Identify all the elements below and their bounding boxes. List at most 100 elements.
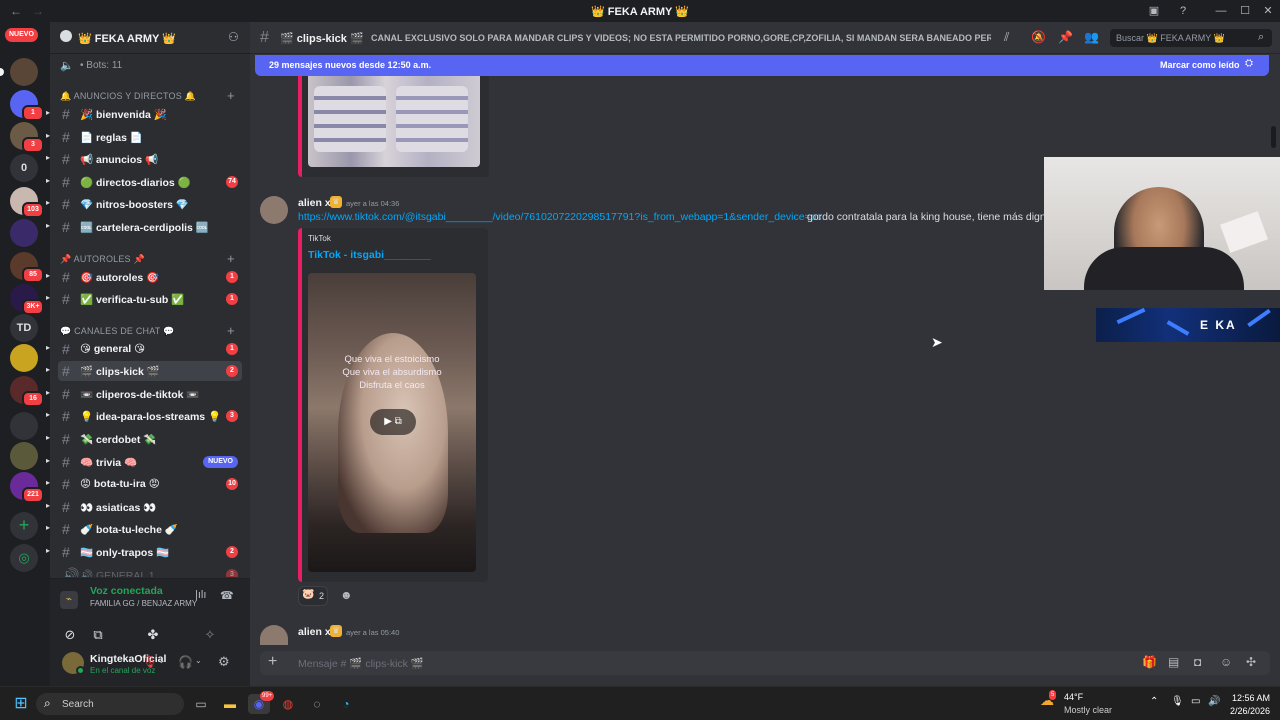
channel-item[interactable]: ▸ # 💡 idea-para-los-streams 💡 3 — [46, 406, 242, 426]
channel-item[interactable]: ▸ # 🎯 autoroles 🎯 1 — [46, 267, 242, 287]
clock-time[interactable]: 12:56 AM — [1232, 693, 1270, 703]
channel-item[interactable]: ▸ # 💎 nitros-boosters 💎 — [46, 194, 242, 214]
notifications-off-icon[interactable]: 🔕 — [1031, 30, 1046, 44]
expand-arrow-icon[interactable]: ▸ — [46, 271, 54, 280]
scrollbar-thumb[interactable] — [1271, 126, 1276, 148]
add-channel-icon[interactable]: + — [227, 323, 235, 338]
channel-item[interactable]: ▸ # 📄 reglas 📄 — [46, 127, 242, 147]
channel-item[interactable]: ▸ # 🟢 directos-diarios 🟢 74 — [46, 172, 242, 192]
minimize-button[interactable]: — — [1210, 3, 1232, 19]
mute-icon[interactable]: 🎙 — [142, 655, 157, 669]
server-icon[interactable] — [10, 219, 38, 247]
members-icon[interactable]: 👥 — [1084, 30, 1099, 44]
deafen-icon[interactable]: 🎧 — [178, 655, 193, 669]
message-composer[interactable]: + Mensaje # 🎬 clips-kick 🎬 🎁 ▤ ◘ ☺ ✣ — [260, 651, 1270, 675]
category-autoroles[interactable]: 📌 AUTOROLES 📌 — [60, 254, 145, 265]
channel-item[interactable]: ▸ # 📢 anuncios 📢 — [46, 149, 242, 169]
channel-item[interactable]: ▸ # 🎬 clips-kick 🎬 2 — [46, 361, 242, 381]
expand-arrow-icon[interactable]: ▸ — [46, 176, 54, 185]
expand-arrow-icon[interactable]: ▸ — [46, 456, 54, 465]
tray-chevron-icon[interactable]: ⌃ — [1150, 696, 1158, 707]
mic-icon[interactable]: 🎙 — [1171, 696, 1184, 707]
maximize-button[interactable]: ☐ — [1234, 3, 1256, 19]
mark-as-read-button[interactable]: Marcar como leído — [1160, 60, 1240, 70]
clock-date[interactable]: 2/26/2026 — [1230, 706, 1270, 716]
expand-arrow-icon[interactable]: ▸ — [46, 343, 54, 352]
server-icon[interactable] — [10, 344, 38, 372]
channel-item[interactable]: ▸ # 🎉 bienvenida 🎉 — [46, 104, 242, 124]
screen-share-icon[interactable]: ⧉ — [78, 623, 118, 647]
expand-arrow-icon[interactable]: ▸ — [46, 546, 54, 555]
chevron-down-icon[interactable]: ⌄ — [158, 656, 165, 665]
soundboard-icon[interactable]: ✧ — [190, 623, 230, 647]
pin-icon[interactable]: 📌 — [1058, 30, 1073, 44]
expand-arrow-icon[interactable]: ▸ — [46, 433, 54, 442]
add-channel-icon[interactable]: + — [227, 88, 235, 103]
new-messages-bar[interactable]: 29 mensajes nuevos desde 12:50 a.m. Marc… — [255, 55, 1269, 76]
server-icon[interactable] — [10, 442, 38, 470]
channel-item[interactable]: ▸ # 👀 asiaticas 👀 — [46, 497, 242, 517]
expand-arrow-icon[interactable]: ▸ — [46, 365, 54, 374]
server-icon[interactable]: TD — [10, 314, 38, 342]
add-server-icon[interactable]: + — [10, 512, 38, 540]
server-icon[interactable]: 0 — [10, 154, 38, 182]
disconnect-icon[interactable]: ☎ — [220, 589, 234, 602]
gif-icon[interactable]: ▤ — [1168, 655, 1179, 669]
voice-channel[interactable]: FAMILIA GG / BENJAZ ARMY — [90, 599, 197, 608]
discover-icon[interactable]: ◎ — [10, 544, 38, 572]
avatar[interactable] — [260, 196, 288, 224]
emoji-icon[interactable]: ☺ — [1220, 655, 1232, 669]
threads-icon[interactable]: ⫽ — [1004, 30, 1009, 45]
channel-item[interactable]: ▸ # 🆒 cartelera-cerdipolis 🆒 — [46, 217, 242, 237]
server-icon[interactable] — [10, 412, 38, 440]
chrome-icon[interactable]: ◍ — [277, 694, 299, 714]
category-chat[interactable]: 💬 CANALES DE CHAT 💬 — [60, 326, 174, 337]
reaction-button[interactable]: 🐷 2 — [298, 586, 328, 606]
embed-thumbnail[interactable] — [308, 76, 480, 167]
apps-icon[interactable]: ✣ — [1246, 655, 1256, 669]
message-input[interactable]: Mensaje # 🎬 clips-kick 🎬 — [298, 657, 424, 670]
channel-item[interactable]: ▸🔊🔊 GENERAL 13 — [58, 565, 242, 577]
channel-item[interactable]: ▸ # 📼 cliperos-de-tiktok 📼 — [46, 384, 242, 404]
task-view-icon[interactable]: ▭ — [190, 694, 212, 714]
expand-arrow-icon[interactable]: ▸ — [46, 198, 54, 207]
taskbar-search[interactable]: ⌕ Search — [36, 693, 184, 715]
channel-item[interactable]: ▸ # 😘 general 😘 1 — [46, 339, 242, 359]
close-button[interactable]: ✕ — [1257, 3, 1279, 19]
activities-icon[interactable]: ✤ — [133, 623, 173, 647]
channel-item[interactable]: ▸ # ✅ verifica-tu-sub ✅ 1 — [46, 289, 242, 309]
inbox-icon[interactable]: ▣ — [1143, 3, 1165, 19]
add-reaction-icon[interactable]: ☻ — [340, 588, 353, 602]
channel-item[interactable]: ▸ # 🧠 trivia 🧠 NUEVO — [46, 452, 242, 472]
help-icon[interactable]: ? — [1172, 3, 1194, 19]
channel-item[interactable]: ▸ # 🏳️‍⚧️ only-trapos 🏳️‍⚧️ 2 — [46, 542, 242, 562]
message-author[interactable]: alien x — [298, 626, 331, 638]
channel-topic[interactable]: CANAL EXCLUSIVO SOLO PARA MANDAR CLIPS Y… — [371, 33, 991, 43]
play-icon[interactable]: ▶ ⧉ — [370, 409, 416, 435]
network-icon[interactable]: ▭ — [1191, 696, 1200, 707]
expand-arrow-icon[interactable]: ▸ — [46, 388, 54, 397]
embed-title[interactable]: TikTok - itsgabi________ — [308, 249, 431, 261]
expand-arrow-icon[interactable]: ▸ — [46, 410, 54, 419]
expand-arrow-icon[interactable]: ▸ — [46, 293, 54, 302]
message-author[interactable]: alien x — [298, 197, 331, 209]
channel-item[interactable]: ▸ # 😡 bota-tu-ira 😡 10 — [46, 474, 242, 494]
search-input[interactable]: Buscar 👑 FEKA ARMY 👑 ⌕ — [1110, 29, 1272, 47]
settings-gear-icon[interactable]: ⚙ — [218, 654, 230, 670]
server-header[interactable]: 👑 FEKA ARMY 👑 ⌄ ⚇ — [50, 22, 250, 54]
message-link[interactable]: https://www.tiktok.com/@itsgabi________/… — [298, 211, 822, 223]
invite-icon[interactable]: ⚇ — [228, 30, 239, 44]
obs-icon[interactable]: ◌ — [306, 694, 328, 714]
channel-item[interactable]: ▸ # 💸 cerdobet 💸 — [46, 429, 242, 449]
expand-arrow-icon[interactable]: ▸ — [46, 478, 54, 487]
volume-icon[interactable]: 🔊 — [1208, 696, 1220, 707]
server-icon[interactable] — [10, 58, 38, 86]
channel-item[interactable]: ▸ # 🍼 bota-tu-leche 🍼 — [46, 519, 242, 539]
avatar[interactable] — [260, 625, 288, 645]
edge-icon[interactable]: ◔ — [335, 694, 357, 714]
file-explorer-icon[interactable]: ▬ — [219, 694, 241, 714]
expand-arrow-icon[interactable]: ▸ — [46, 221, 54, 230]
add-channel-icon[interactable]: + — [227, 251, 235, 266]
expand-arrow-icon[interactable]: ▸ — [46, 153, 54, 162]
expand-arrow-icon[interactable]: ▸ — [46, 501, 54, 510]
